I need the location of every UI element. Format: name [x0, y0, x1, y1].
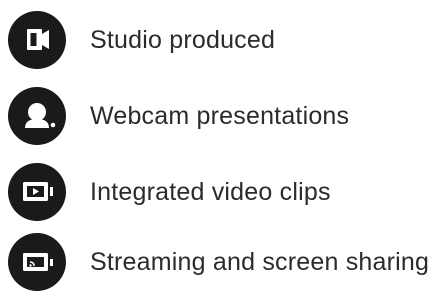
feature-label: Streaming and screen sharing	[90, 247, 430, 276]
feature-item-video: Integrated video clips	[8, 162, 438, 222]
feature-item-webcam: Webcam presentations	[8, 86, 438, 146]
feature-label: Webcam presentations	[90, 101, 350, 130]
feature-label: Integrated video clips	[90, 177, 331, 206]
webcam-person-icon	[8, 87, 66, 145]
feature-item-studio: Studio produced	[8, 10, 438, 70]
screen-share-icon	[8, 233, 66, 291]
feature-item-screen-share: Streaming and screen sharing	[8, 232, 438, 292]
studio-camera-icon	[8, 11, 66, 69]
video-clip-icon	[8, 163, 66, 221]
feature-label: Studio produced	[90, 25, 276, 54]
